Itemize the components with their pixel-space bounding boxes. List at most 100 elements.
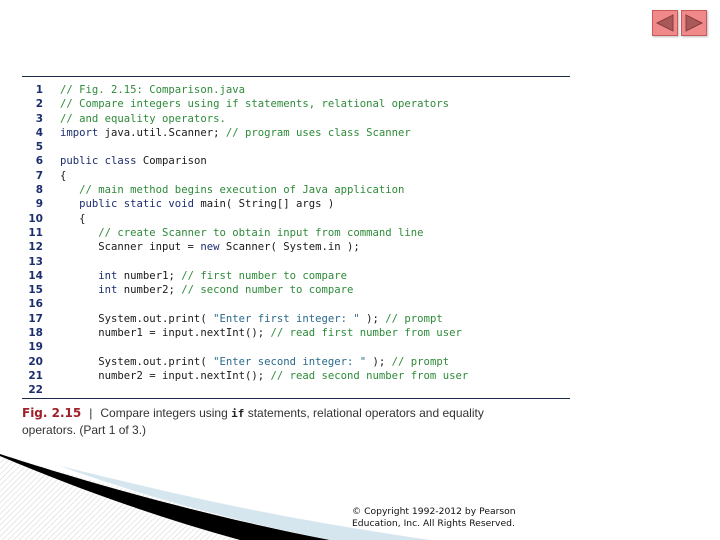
code-line: 20 System.out.print( "Enter second integ…	[22, 355, 570, 369]
code-line: 19	[22, 340, 570, 354]
figure-label: Fig. 2.15	[22, 406, 82, 420]
line-number: 11	[28, 226, 43, 239]
code-text: number2;	[117, 284, 182, 297]
code-line: 1 // Fig. 2.15: Comparison.java	[22, 83, 570, 97]
code-line: 16	[22, 297, 570, 311]
code-text: number1 = input.nextInt();	[60, 327, 271, 340]
code-text: number2 = input.nextInt();	[60, 369, 271, 382]
line-number: 7	[35, 169, 43, 182]
code-line: 11 // create Scanner to obtain input fro…	[22, 226, 570, 240]
line-number: 20	[28, 355, 43, 368]
previous-slide-button[interactable]	[652, 10, 678, 36]
code-text: java.util.Scanner;	[98, 126, 226, 139]
code-comment: // program uses class Scanner	[225, 126, 411, 139]
line-number: 16	[28, 298, 43, 311]
line-number: 12	[28, 241, 43, 254]
code-line: 3 // and equality operators.	[22, 112, 570, 126]
code-text: Scanner( System.in );	[219, 241, 360, 254]
code-listing: 1 // Fig. 2.15: Comparison.java 2 // Compar…	[22, 83, 570, 398]
code-source: public class Comparison	[60, 154, 207, 168]
code-comment: // read first number from user	[270, 327, 462, 340]
line-number: 3	[35, 112, 43, 125]
code-text: );	[359, 312, 386, 325]
code-source: int number2; // second number to compare	[60, 283, 353, 297]
code-text: System.out.print(	[60, 355, 214, 368]
code-keyword: new	[200, 241, 220, 254]
code-source: // Fig. 2.15: Comparison.java	[60, 83, 245, 97]
next-slide-button[interactable]	[681, 10, 707, 36]
copyright-line-1: © Copyright 1992-2012 by Pearson	[352, 506, 516, 517]
code-bottom-rule	[22, 398, 570, 399]
code-source: {	[60, 212, 86, 226]
code-keyword: int	[98, 284, 118, 297]
caption-separator: |	[89, 406, 93, 420]
code-keyword: import	[60, 126, 99, 139]
code-source: System.out.print( "Enter second integer:…	[60, 355, 449, 369]
code-text: Comparison	[136, 155, 207, 168]
code-source: public static void main( String[] args )	[60, 197, 334, 211]
code-comment: // prompt	[385, 312, 443, 325]
line-number: 15	[28, 284, 43, 297]
line-number: 19	[28, 341, 43, 354]
line-number: 9	[35, 198, 43, 211]
code-line: 7{	[22, 169, 570, 183]
code-top-rule	[22, 76, 570, 77]
code-comment: // main method begins execution of Java …	[79, 184, 405, 197]
line-number: 22	[28, 384, 43, 397]
code-source: {	[60, 169, 66, 183]
line-number: 1	[35, 84, 43, 96]
code-line: 18 number1 = input.nextInt(); // read fi…	[22, 326, 570, 340]
code-source: import java.util.Scanner; // program use…	[60, 126, 411, 140]
code-text: );	[366, 355, 392, 368]
code-source: int number1; // first number to compare	[60, 269, 347, 283]
code-line: 17 System.out.print( "Enter first intege…	[22, 312, 570, 326]
code-source: Scanner input = new Scanner( System.in )…	[60, 240, 360, 254]
line-number: 2	[35, 98, 43, 111]
line-number: 13	[28, 255, 43, 268]
code-source: // create Scanner to obtain input from c…	[60, 226, 423, 240]
code-line: 12 Scanner input = new Scanner( System.i…	[22, 240, 570, 254]
code-keyword: public static void	[79, 198, 194, 211]
code-string: "Enter first integer: "	[213, 312, 360, 325]
code-text: {	[60, 169, 67, 182]
copyright-notice: © Copyright 1992-2012 by Pearson Educati…	[352, 506, 532, 530]
code-line: 8 // main method begins execution of Jav…	[22, 183, 570, 197]
code-line: 5	[22, 140, 570, 154]
code-text: main( String[] args )	[193, 198, 335, 211]
code-line: 9 public static void main( String[] args…	[22, 197, 570, 211]
code-text: Scanner input =	[60, 241, 201, 254]
code-source: System.out.print( "Enter first integer: …	[60, 312, 443, 326]
figure-caption: Fig. 2.15 | Compare integers using if stat…	[22, 405, 492, 439]
code-comment: // second number to compare	[181, 284, 354, 297]
code-comment: // and equality operators.	[60, 112, 226, 125]
line-number: 18	[28, 327, 43, 340]
caption-code-word: if	[231, 407, 245, 420]
code-source: // and equality operators.	[60, 112, 226, 126]
code-source: // Compare integers using if statements,…	[60, 97, 449, 111]
code-keyword: public class	[60, 155, 137, 168]
copyright-line-2: Education, Inc. All Rights Reserved.	[352, 518, 515, 529]
line-number: 8	[35, 184, 43, 197]
line-number: 6	[35, 155, 43, 168]
code-line: 13	[22, 255, 570, 269]
line-number: 21	[28, 369, 43, 382]
code-comment: // read second number from user	[270, 369, 469, 382]
code-line: 22	[22, 383, 570, 397]
code-line: 15 int number2; // second number to comp…	[22, 283, 570, 297]
code-line: 10 {	[22, 212, 570, 226]
line-number: 17	[28, 312, 43, 325]
code-source: number2 = input.nextInt(); // read secon…	[60, 369, 468, 383]
code-text: System.out.print(	[60, 312, 214, 325]
code-comment: // prompt	[391, 355, 450, 368]
caption-text-before: Compare integers using	[100, 406, 232, 420]
code-line: 21 number2 = input.nextInt(); // read se…	[22, 369, 570, 383]
triangle-right-icon	[685, 14, 704, 32]
code-comment: // Fig. 2.15: Comparison.java	[60, 84, 245, 96]
code-text: {	[60, 212, 86, 225]
code-source: number1 = input.nextInt(); // read first…	[60, 326, 462, 340]
code-text: number1;	[117, 269, 182, 282]
